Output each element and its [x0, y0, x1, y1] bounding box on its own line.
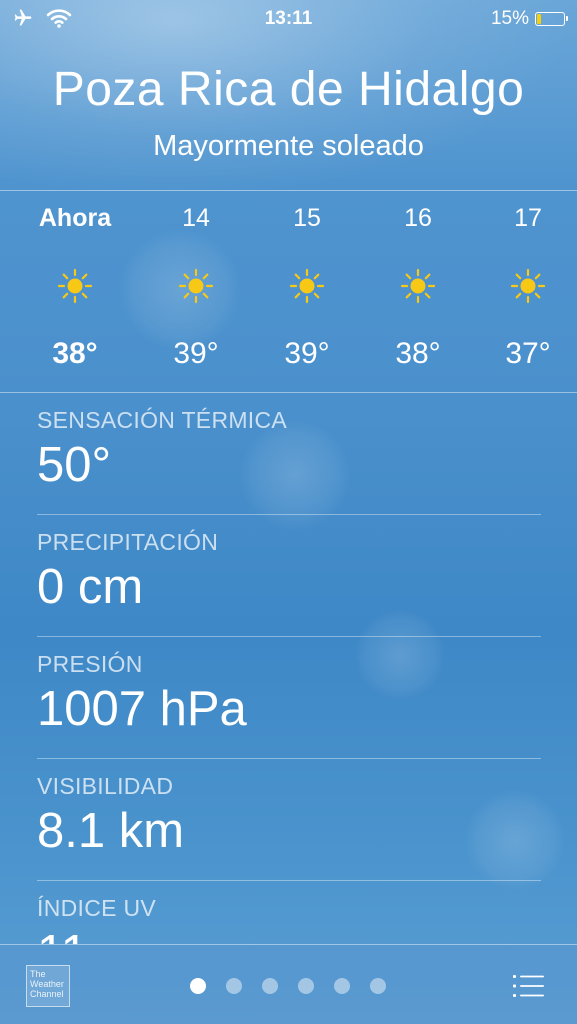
battery-icon	[535, 12, 568, 26]
hourly-item: Ahora 38°	[35, 192, 115, 392]
page-dot[interactable]	[298, 978, 314, 994]
hour-label: 17	[514, 204, 542, 232]
page-dot[interactable]	[262, 978, 278, 994]
hourly-item: 14 39°	[156, 192, 236, 392]
page-dot[interactable]	[334, 978, 350, 994]
logo-text: Weather	[30, 979, 64, 989]
hour-label: 16	[404, 204, 432, 232]
sun-icon	[289, 268, 325, 304]
sun-icon	[178, 268, 214, 304]
hour-temperature: 37°	[505, 337, 551, 370]
sun-icon	[510, 268, 546, 304]
hourly-item: 17 37°	[488, 192, 568, 392]
page-dot[interactable]	[370, 978, 386, 994]
bottom-toolbar: The Weather Channel	[0, 944, 577, 1024]
hour-temperature: 38°	[52, 337, 98, 370]
details-list[interactable]: SENSACIÓN TÉRMICA 50° PRECIPITACIÓN 0 cm PRE…	[0, 393, 577, 944]
detail-value: 0 cm	[37, 560, 144, 614]
weather-screen: 13:11 15% Poza Rica de Hidalgo Mayorment…	[0, 0, 577, 1024]
detail-label: VISIBILIDAD	[37, 773, 174, 799]
battery-percent: 15%	[490, 8, 529, 29]
detail-label: PRECIPITACIÓN	[37, 529, 219, 555]
detail-label: ÍNDICE UV	[37, 895, 156, 921]
hourly-item: 15 39°	[267, 192, 347, 392]
divider	[0, 190, 577, 191]
hourly-forecast[interactable]: Ahora 38° 14 39° 15 39° 16 38° 17 37°	[0, 192, 577, 392]
weather-channel-logo[interactable]: The Weather Channel	[26, 965, 70, 1007]
detail-row: ÍNDICE UV 11	[37, 881, 541, 944]
hour-temperature: 39°	[173, 337, 219, 370]
detail-row: PRECIPITACIÓN 0 cm	[37, 515, 541, 637]
hour-label: Ahora	[38, 204, 112, 232]
detail-value: 11	[37, 925, 88, 944]
status-bar: 13:11 15%	[0, 0, 577, 38]
hour-label: 15	[293, 204, 321, 232]
list-icon	[513, 975, 544, 997]
city-name: Poza Rica de Hidalgo	[52, 63, 525, 116]
detail-row: VISIBILIDAD 8.1 km	[37, 759, 541, 881]
detail-row: PRESIÓN 1007 hPa	[37, 637, 541, 759]
page-dot[interactable]	[226, 978, 242, 994]
hour-temperature: 38°	[395, 337, 441, 370]
detail-label: SENSACIÓN TÉRMICA	[37, 407, 288, 433]
hourly-item: 16 38°	[378, 192, 458, 392]
weather-condition: Mayormente soleado	[153, 130, 424, 162]
logo-text: Channel	[30, 989, 64, 999]
detail-value: 8.1 km	[37, 804, 185, 858]
detail-row: SENSACIÓN TÉRMICA 50°	[37, 393, 541, 515]
sun-icon	[400, 268, 436, 304]
detail-label: PRESIÓN	[37, 651, 143, 677]
page-dot[interactable]	[190, 978, 206, 994]
page-indicator[interactable]	[190, 978, 386, 994]
hour-label: 14	[182, 204, 210, 232]
status-right: 15%	[490, 8, 568, 30]
logo-text: The	[30, 969, 46, 979]
battery-level	[537, 14, 541, 24]
list-button[interactable]	[513, 973, 545, 999]
detail-value: 50°	[37, 438, 112, 492]
sun-icon	[57, 268, 93, 304]
detail-value: 1007 hPa	[37, 682, 247, 736]
hour-temperature: 39°	[284, 337, 330, 370]
